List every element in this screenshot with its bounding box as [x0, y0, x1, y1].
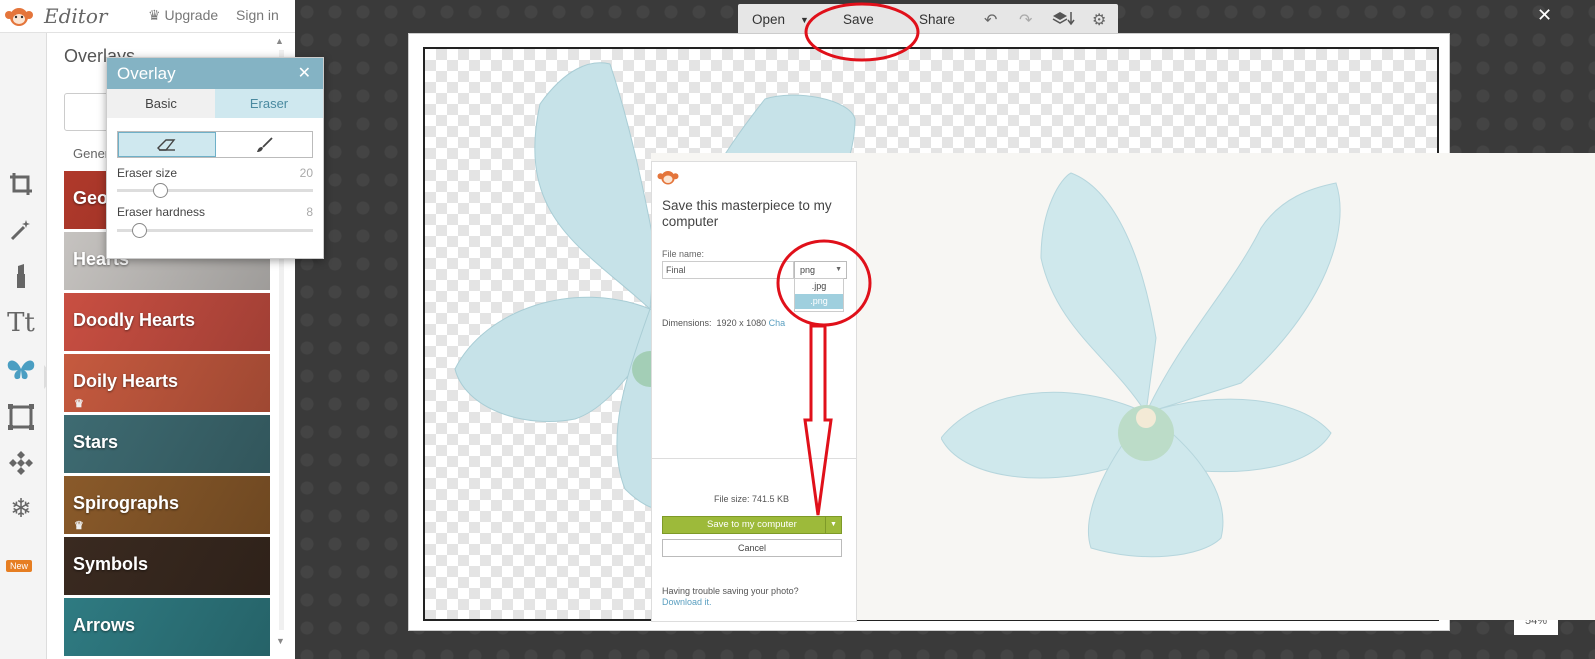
- change-dimensions-link[interactable]: Cha: [769, 318, 786, 328]
- eraser-hardness-slider-handle[interactable]: [132, 223, 147, 238]
- open-dropdown-icon[interactable]: ▼: [800, 15, 809, 25]
- eraser-icon: [157, 138, 176, 151]
- file-name-label: File name:: [662, 249, 705, 259]
- dimensions-value: 1920 x 1080: [716, 318, 767, 328]
- scroll-down-icon[interactable]: ▼: [276, 636, 285, 646]
- dimensions-label: Dimensions:: [662, 318, 712, 328]
- tool-strip: Tt ❄ New: [0, 33, 47, 659]
- overlay-category-label: Spirographs: [73, 493, 180, 513]
- eraser-size-slider-handle[interactable]: [153, 183, 168, 198]
- eraser-size-label: Eraser size: [117, 166, 178, 180]
- save-dialog: Save this masterpiece to my computer Fil…: [651, 153, 1595, 622]
- overlay-category-label: Doily Hearts: [73, 371, 179, 391]
- top-header: Editor ♛ Upgrade Sign in: [0, 0, 295, 33]
- crown-icon: ♛: [74, 398, 84, 410]
- download-it-link[interactable]: Download it.: [662, 597, 799, 608]
- redo-icon[interactable]: ↷: [1019, 10, 1032, 30]
- flower-preview-image: [941, 172, 1341, 558]
- overlay-category-tile[interactable]: Stars: [64, 415, 270, 473]
- format-dropdown-list: .jpg .png: [794, 278, 844, 312]
- save-dialog-title: Save this masterpiece to my computer: [662, 198, 832, 229]
- eraser-mode-toggle: [117, 131, 313, 158]
- magic-wand-icon[interactable]: [4, 213, 38, 247]
- eraser-hardness-label: Eraser hardness: [117, 205, 206, 219]
- overlay-category-tile[interactable]: Spirographs ♛: [64, 476, 270, 534]
- overlay-category-label: Stars: [73, 432, 119, 452]
- save-button[interactable]: Save: [843, 12, 874, 27]
- overlay-category-label: Arrows: [73, 615, 136, 635]
- file-name-input[interactable]: Final: [662, 261, 794, 279]
- overlay-dialog: Overlay ✕ Basic Eraser Eraser size 20 Er…: [106, 57, 324, 259]
- cancel-button[interactable]: Cancel: [662, 539, 842, 557]
- save-options-dropdown-icon[interactable]: ▼: [825, 517, 841, 533]
- general-label: Gener: [73, 146, 110, 161]
- chevron-down-icon: ▼: [835, 266, 842, 273]
- dimensions-row: Dimensions: 1920 x 1080 Cha: [662, 318, 785, 328]
- eraser-hardness-slider[interactable]: [117, 223, 313, 238]
- crown-icon: ♛: [148, 7, 161, 23]
- close-editor-icon[interactable]: ✕: [1537, 5, 1552, 26]
- share-button[interactable]: Share: [919, 12, 955, 27]
- save-to-computer-label: Save to my computer: [707, 519, 797, 530]
- eraser-hardness-value: 8: [306, 205, 313, 219]
- save-to-computer-button[interactable]: Save to my computer ▼: [662, 516, 842, 534]
- eraser-mode-button[interactable]: [118, 132, 216, 157]
- undo-icon[interactable]: ↶: [984, 10, 997, 30]
- app-title: Editor: [44, 4, 108, 28]
- overlay-category-tile[interactable]: Arrows: [64, 598, 270, 656]
- trouble-saving-text: Having trouble saving your photo? Downlo…: [662, 586, 799, 608]
- brush-mode-button[interactable]: [216, 132, 312, 157]
- overlay-category-tile[interactable]: Doily Hearts ♛: [64, 354, 270, 412]
- trouble-text: Having trouble saving your photo?: [662, 586, 799, 596]
- overlay-dialog-title: Overlay: [117, 64, 176, 83]
- crop-icon[interactable]: [4, 167, 38, 201]
- format-selected-value: png: [800, 265, 816, 275]
- divider: [652, 458, 856, 459]
- top-toolbar: Open ▼ Save Share ↶ ↷ ⚙: [738, 4, 1118, 35]
- save-options-panel: Save this masterpiece to my computer Fil…: [651, 161, 857, 622]
- eraser-size-slider[interactable]: [117, 183, 313, 198]
- texture-icon[interactable]: [4, 447, 38, 481]
- format-option-jpg[interactable]: .jpg: [795, 279, 843, 294]
- overlay-category-label: Doodly Hearts: [73, 310, 196, 330]
- new-badge: New: [6, 560, 33, 572]
- eraser-size-value: 20: [299, 166, 313, 180]
- overlay-category-label: Symbols: [73, 554, 149, 574]
- lipstick-icon[interactable]: [4, 259, 38, 293]
- tab-basic[interactable]: Basic: [107, 89, 215, 118]
- upgrade-link[interactable]: ♛ Upgrade: [148, 7, 218, 24]
- overlay-category-tile[interactable]: Symbols: [64, 537, 270, 595]
- layers-icon[interactable]: [1052, 10, 1076, 31]
- snowflake-icon[interactable]: ❄: [4, 491, 38, 525]
- brush-icon: [257, 136, 273, 152]
- file-size-text: File size: 741.5 KB: [714, 494, 790, 504]
- overlay-category-tile[interactable]: Doodly Hearts: [64, 293, 270, 351]
- butterfly-icon[interactable]: [4, 353, 38, 387]
- scroll-up-icon[interactable]: ▲: [275, 36, 284, 46]
- close-icon[interactable]: ✕: [298, 63, 311, 83]
- open-button[interactable]: Open: [752, 12, 785, 27]
- monkey-logo-icon: [657, 171, 679, 185]
- overlay-dialog-header: Overlay ✕: [107, 58, 323, 89]
- overlay-category-label: Geo: [73, 188, 109, 208]
- crown-icon: ♛: [74, 520, 84, 532]
- tab-eraser[interactable]: Eraser: [215, 89, 323, 118]
- settings-gear-icon[interactable]: ⚙: [1092, 10, 1106, 30]
- text-icon[interactable]: Tt: [4, 306, 38, 340]
- overlay-tabs: Basic Eraser: [107, 89, 323, 118]
- format-select[interactable]: png ▼: [794, 261, 847, 279]
- frame-icon[interactable]: [4, 400, 38, 434]
- signin-link[interactable]: Sign in: [236, 7, 279, 23]
- upgrade-label: Upgrade: [164, 7, 219, 23]
- format-option-png[interactable]: .png: [795, 294, 843, 309]
- monkey-logo-icon[interactable]: [4, 4, 34, 28]
